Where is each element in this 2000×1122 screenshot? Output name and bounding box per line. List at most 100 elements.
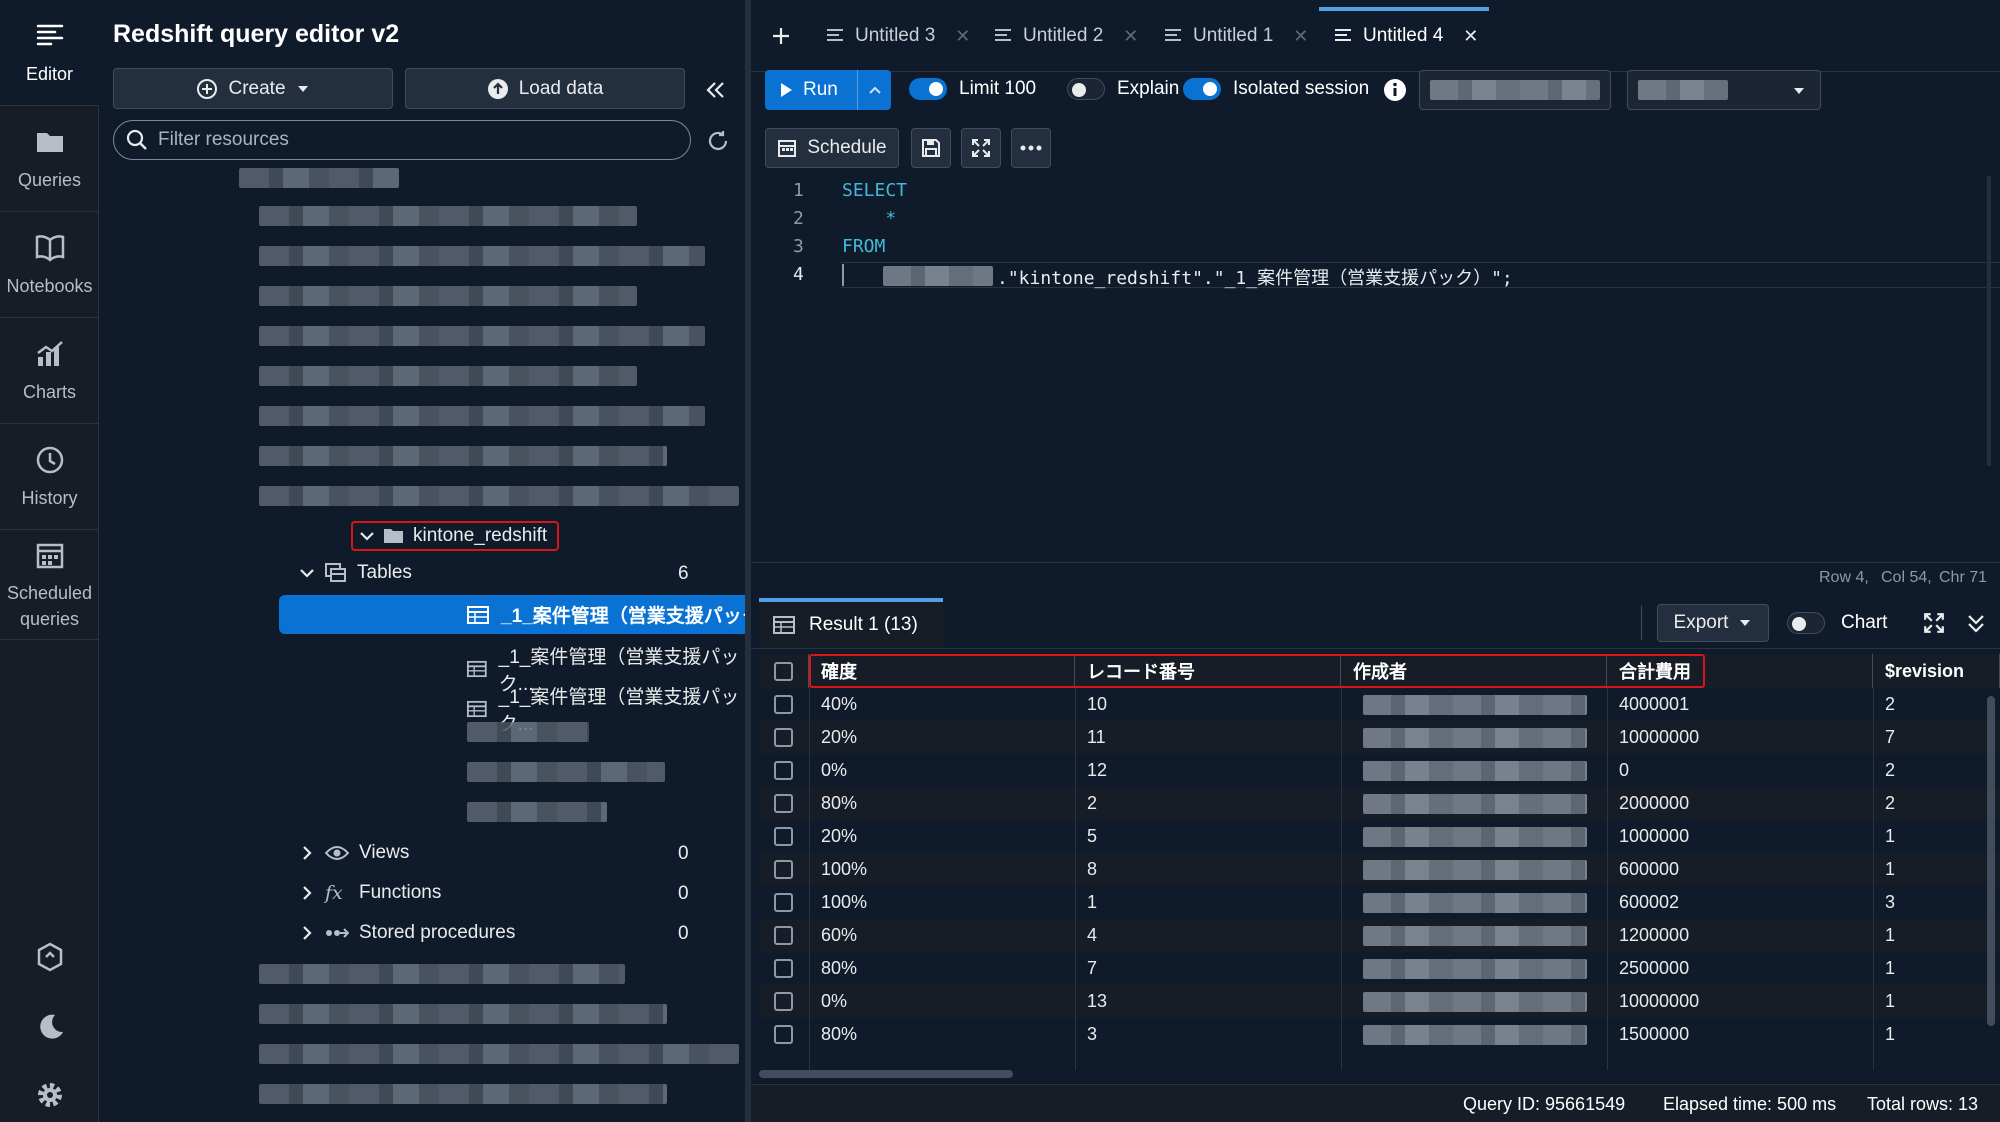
- tab-untitled-2[interactable]: Untitled 2 ✕: [993, 8, 1138, 64]
- rail-item-scheduled-queries[interactable]: Scheduled queries: [0, 530, 99, 640]
- code-scrollbar[interactable]: [1987, 176, 1991, 466]
- tab-untitled-4[interactable]: Untitled 4 ✕: [1333, 8, 1478, 64]
- explain-toggle[interactable]: [1067, 78, 1105, 100]
- row-checkbox[interactable]: [774, 860, 793, 879]
- tables-node[interactable]: Tables: [299, 562, 412, 584]
- stored-procedures-node[interactable]: Stored procedures: [299, 922, 515, 944]
- table-row[interactable]: 80% 2 2000000 2: [759, 787, 2000, 820]
- fullscreen-button[interactable]: [961, 128, 1001, 168]
- panel-title: Redshift query editor v2: [113, 20, 400, 48]
- more-options-button[interactable]: [1011, 128, 1051, 168]
- tables-icon: [325, 563, 346, 582]
- sql-code-editor[interactable]: 1 2 3 4 SELECT * FROM ."kintone_redshift…: [751, 176, 2000, 562]
- connection-select[interactable]: [1419, 70, 1611, 110]
- table-row[interactable]: 40% 10 4000001 2: [759, 688, 2000, 721]
- schedule-button[interactable]: Schedule: [765, 128, 899, 168]
- row-checkbox[interactable]: [774, 992, 793, 1011]
- redacted-tree-item[interactable]: [259, 964, 625, 984]
- row-checkbox[interactable]: [774, 794, 793, 813]
- column-header[interactable]: $revision: [1873, 654, 2000, 688]
- redacted-tree-item[interactable]: [259, 1004, 667, 1024]
- chevron-right-icon: [303, 846, 312, 860]
- collapse-panel-button[interactable]: [697, 72, 733, 108]
- save-button[interactable]: [911, 128, 951, 168]
- row-checkbox[interactable]: [774, 926, 793, 945]
- functions-node[interactable]: fx Functions: [299, 882, 441, 904]
- rail-item-queries[interactable]: Queries: [0, 106, 99, 212]
- row-checkbox[interactable]: [774, 1025, 793, 1044]
- table-cell: 1000000: [1619, 826, 1690, 846]
- redacted-tree-item[interactable]: [259, 486, 739, 506]
- table-row[interactable]: 0% 12 0 2: [759, 754, 2000, 787]
- row-checkbox[interactable]: [774, 728, 793, 747]
- redacted-tree-item[interactable]: [259, 406, 705, 426]
- table-row[interactable]: 100% 8 600000 1: [759, 853, 2000, 886]
- redacted-tree-item[interactable]: [259, 326, 705, 346]
- table-row[interactable]: 60% 4 1200000 1: [759, 919, 2000, 952]
- fullscreen-icon[interactable]: [1923, 612, 1945, 634]
- result-tab[interactable]: Result 1 (13): [759, 598, 943, 648]
- redacted-tree-item[interactable]: [259, 1044, 739, 1064]
- limit-toggle[interactable]: [909, 78, 947, 100]
- rail-item-charts[interactable]: Charts: [0, 318, 99, 424]
- ellipsis-icon: [1020, 145, 1042, 151]
- rail-theme-button[interactable]: [0, 1010, 99, 1044]
- redacted-table-item[interactable]: [467, 722, 589, 742]
- rail-settings-button[interactable]: [0, 1078, 99, 1112]
- filter-resources-input[interactable]: [158, 129, 658, 151]
- load-data-button[interactable]: Load data: [405, 68, 685, 109]
- close-tab-icon[interactable]: ✕: [1463, 26, 1478, 47]
- redacted-tree-item[interactable]: [259, 246, 705, 266]
- grid-horizontal-scrollbar[interactable]: [759, 1070, 1013, 1078]
- row-checkbox[interactable]: [774, 695, 793, 714]
- table-row[interactable]: 20% 5 1000000 1: [759, 820, 2000, 853]
- redacted-tree-item[interactable]: [259, 366, 637, 386]
- function-icon: fx: [325, 882, 343, 904]
- close-tab-icon[interactable]: ✕: [1123, 26, 1138, 47]
- run-button[interactable]: Run: [765, 70, 891, 110]
- rail-item-history[interactable]: History: [0, 424, 99, 530]
- table-row[interactable]: 100% 1 600002 3: [759, 886, 2000, 919]
- grid-vertical-scrollbar[interactable]: [1987, 696, 1995, 1026]
- tab-label: Untitled 1: [1193, 25, 1274, 46]
- rail-item-editor[interactable]: Editor: [0, 0, 99, 106]
- redacted-table-item[interactable]: [467, 802, 607, 822]
- redacted-tree-item[interactable]: [259, 206, 637, 226]
- new-tab-button[interactable]: [771, 8, 791, 64]
- redacted-tree-item[interactable]: [259, 446, 667, 466]
- export-button[interactable]: Export: [1657, 604, 1769, 642]
- redacted-tree-item[interactable]: [259, 286, 637, 306]
- row-checkbox[interactable]: [774, 893, 793, 912]
- isolated-session-toggle[interactable]: [1183, 78, 1221, 100]
- close-tab-icon[interactable]: ✕: [1293, 26, 1308, 47]
- table-item-selected[interactable]: _1_案件管理（営業支援パック）: [279, 595, 791, 634]
- schema-kintone-redshift[interactable]: kintone_redshift: [351, 521, 559, 551]
- table-row[interactable]: 20% 11 10000000 7: [759, 721, 2000, 754]
- redacted-table-item[interactable]: [467, 762, 665, 782]
- row-checkbox[interactable]: [774, 959, 793, 978]
- table-row[interactable]: 0% 13 10000000 1: [759, 985, 2000, 1018]
- redacted-tree-item[interactable]: [259, 1084, 667, 1104]
- rail-feedback-button[interactable]: [0, 940, 99, 974]
- select-all-checkbox[interactable]: [774, 661, 793, 681]
- table-row[interactable]: 80% 3 1500000 1: [759, 1018, 2000, 1051]
- rail-item-notebooks[interactable]: Notebooks: [0, 212, 99, 318]
- tab-bar: Untitled 3 ✕ Untitled 2 ✕ Untitled 1 ✕ U…: [751, 0, 2000, 72]
- double-chevron-down-icon[interactable]: [1965, 612, 1987, 634]
- row-checkbox[interactable]: [774, 761, 793, 780]
- database-select[interactable]: [1627, 70, 1821, 110]
- views-node[interactable]: Views: [299, 842, 409, 864]
- run-options-button[interactable]: [857, 70, 891, 110]
- procedures-label: Stored procedures: [359, 922, 516, 943]
- chart-toggle[interactable]: [1787, 612, 1825, 634]
- row-checkbox[interactable]: [774, 827, 793, 846]
- tab-untitled-1[interactable]: Untitled 1 ✕: [1163, 8, 1308, 64]
- info-icon[interactable]: [1383, 78, 1407, 102]
- tab-untitled-3[interactable]: Untitled 3 ✕: [825, 8, 970, 64]
- table-cell: 8: [1087, 859, 1098, 879]
- table-row[interactable]: 80% 7 2500000 1: [759, 952, 2000, 985]
- refresh-button[interactable]: [703, 126, 733, 156]
- redacted-tree-item[interactable]: [239, 168, 399, 188]
- close-tab-icon[interactable]: ✕: [955, 26, 970, 47]
- create-button[interactable]: Create: [113, 68, 393, 109]
